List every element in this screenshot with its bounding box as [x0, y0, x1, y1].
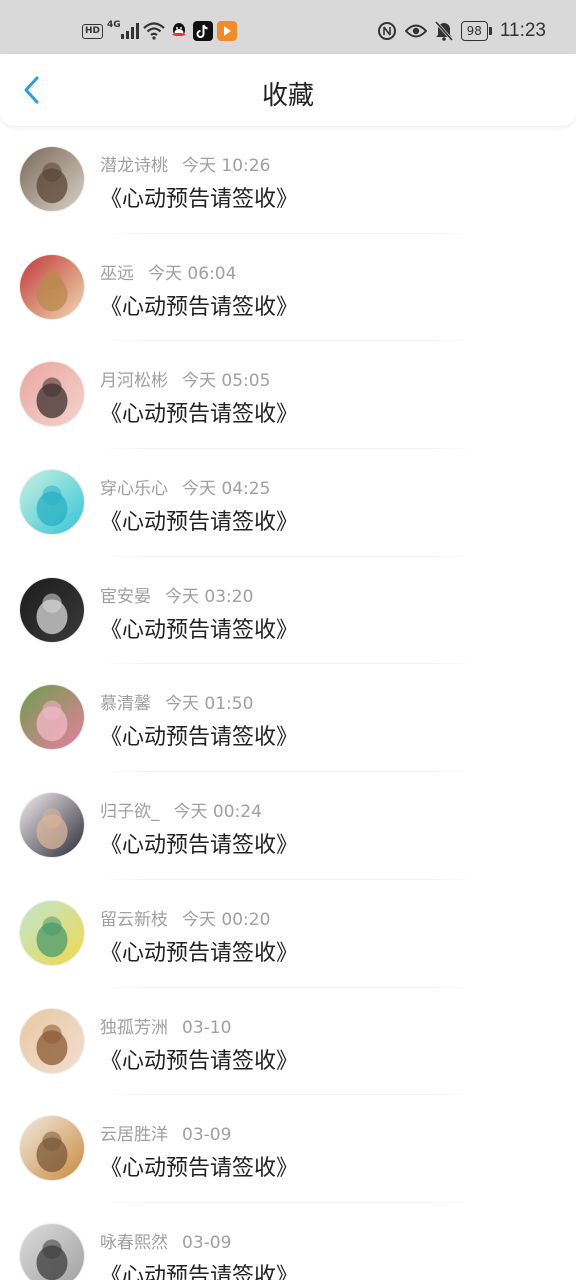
avatar-image [20, 1008, 84, 1073]
item-meta: 潜龙诗桃 今天 10:26 [100, 151, 270, 176]
list-item[interactable]: 咏春熙然 03-09 《心动预告请签收》 [0, 1203, 576, 1280]
item-meta: 穿心乐心 今天 04:25 [100, 474, 270, 499]
signal-4g-icon: 4G [107, 20, 139, 39]
item-title: 《心动预告请签收》 [100, 1156, 299, 1182]
avatar[interactable] [19, 684, 85, 751]
timestamp: 今天 04:25 [182, 479, 271, 500]
timestamp: 今天 00:24 [173, 802, 262, 823]
item-meta: 巫远 今天 06:04 [100, 259, 236, 284]
wifi-icon [142, 22, 165, 40]
avatar-image [20, 147, 84, 211]
avatar-image [20, 1223, 84, 1280]
item-title: 《心动预告请签收》 [100, 725, 299, 751]
battery-indicator: 98 [460, 21, 493, 41]
user-name: 穿心乐心 [100, 479, 168, 500]
user-name: 宦安晏 [100, 586, 151, 607]
hd-icon: HD [82, 23, 104, 39]
avatar[interactable] [19, 253, 85, 320]
item-title: 《心动预告请签收》 [100, 940, 299, 966]
item-meta: 云居胜洋 03-09 [100, 1120, 231, 1145]
avatar[interactable] [19, 899, 85, 966]
avatar-image [20, 793, 84, 858]
item-title: 《心动预告请签收》 [100, 187, 299, 212]
tiktok-icon [192, 21, 213, 41]
item-meta: 咏春熙然 03-09 [100, 1228, 231, 1253]
avatar[interactable] [19, 1222, 85, 1280]
item-title: 《心动预告请签收》 [100, 833, 299, 859]
item-title: 《心动预告请签收》 [100, 1263, 299, 1280]
avatar-image [20, 900, 84, 965]
item-meta: 宦安晏 今天 03:20 [100, 582, 253, 607]
list-item[interactable]: 穿心乐心 今天 04:25 《心动预告请签收》 [0, 449, 576, 557]
avatar[interactable] [19, 361, 85, 428]
avatar-image [20, 254, 84, 319]
qq-icon [169, 21, 189, 41]
user-name: 慕清馨 [100, 694, 151, 715]
clock: 11:23 [499, 20, 546, 41]
list-item[interactable]: 宦安晏 今天 03:20 《心动预告请签收》 [0, 557, 576, 665]
avatar[interactable] [19, 146, 85, 212]
timestamp: 03-10 [182, 1017, 232, 1038]
timestamp: 今天 01:50 [165, 694, 254, 715]
timestamp: 今天 05:05 [182, 371, 271, 392]
favorites-list: 潜龙诗桃 今天 10:26 《心动预告请签收》 巫远 今天 06:04 《心动预告请签收》… [0, 126, 576, 1280]
timestamp: 03-09 [182, 1232, 232, 1253]
status-bar-left: HD 4G [82, 20, 237, 42]
avatar-image [20, 1116, 84, 1181]
user-name: 独孤芳洲 [100, 1017, 168, 1038]
timestamp: 今天 10:26 [182, 156, 271, 176]
user-name: 云居胜洋 [100, 1125, 168, 1146]
user-name: 留云新枝 [100, 909, 168, 930]
item-meta: 独孤芳洲 03-10 [100, 1013, 231, 1038]
avatar[interactable] [19, 792, 85, 859]
list-item[interactable]: 月河松彬 今天 05:05 《心动预告请签收》 [0, 341, 576, 450]
list-item[interactable]: 留云新枝 今天 00:20 《心动预告请签收》 [0, 880, 576, 988]
avatar[interactable] [19, 1007, 85, 1074]
avatar[interactable] [19, 469, 85, 536]
item-meta: 慕清馨 今天 01:50 [100, 689, 253, 714]
user-name: 巫远 [100, 263, 134, 284]
user-name: 月河松彬 [100, 371, 168, 392]
avatar-image [20, 685, 84, 750]
list-item[interactable]: 巫远 今天 06:04 《心动预告请签收》 [0, 234, 576, 342]
list-item[interactable]: 慕清馨 今天 01:50 《心动预告请签收》 [0, 664, 576, 773]
avatar[interactable] [19, 1115, 85, 1182]
nfc-icon [377, 21, 397, 41]
timestamp: 03-09 [182, 1125, 232, 1146]
user-name: 归子欲_ [100, 802, 160, 823]
item-title: 《心动预告请签收》 [100, 294, 299, 320]
item-title: 《心动预告请签收》 [100, 617, 299, 643]
item-meta: 留云新枝 今天 00:20 [100, 905, 270, 930]
page-title: 收藏 [261, 81, 314, 111]
item-title: 《心动预告请签收》 [100, 510, 299, 536]
user-name: 潜龙诗桃 [100, 156, 168, 176]
status-bar-right: 98 11:23 [377, 19, 546, 43]
avatar-image [20, 577, 84, 642]
list-item[interactable]: 云居胜洋 03-09 《心动预告请签收》 [0, 1095, 576, 1203]
avatar[interactable] [19, 576, 85, 643]
avatar-image [20, 362, 84, 427]
list-item[interactable]: 潜龙诗桃 今天 10:26 《心动预告请签收》 [0, 126, 576, 234]
avatar-image [20, 470, 84, 535]
status-bar: HD 4G 98 11:23 [0, 0, 576, 54]
item-title: 《心动预告请签收》 [100, 1048, 299, 1074]
network-type-label: 4G [107, 20, 121, 30]
list-item[interactable]: 独孤芳洲 03-10 《心动预告请签收》 [0, 988, 576, 1096]
timestamp: 今天 00:20 [182, 909, 271, 930]
list-item[interactable]: 归子欲_ 今天 00:24 《心动预告请签收》 [0, 772, 576, 880]
eye-icon [404, 23, 427, 39]
app-icon [216, 21, 237, 41]
item-title: 《心动预告请签收》 [100, 402, 299, 428]
timestamp: 今天 03:20 [165, 586, 254, 607]
mute-bell-icon [434, 21, 453, 41]
user-name: 咏春熙然 [100, 1232, 168, 1253]
item-meta: 月河松彬 今天 05:05 [100, 366, 270, 391]
item-meta: 归子欲_ 今天 00:24 [100, 797, 262, 822]
header: 收藏 [0, 54, 576, 126]
timestamp: 今天 06:04 [148, 263, 237, 284]
